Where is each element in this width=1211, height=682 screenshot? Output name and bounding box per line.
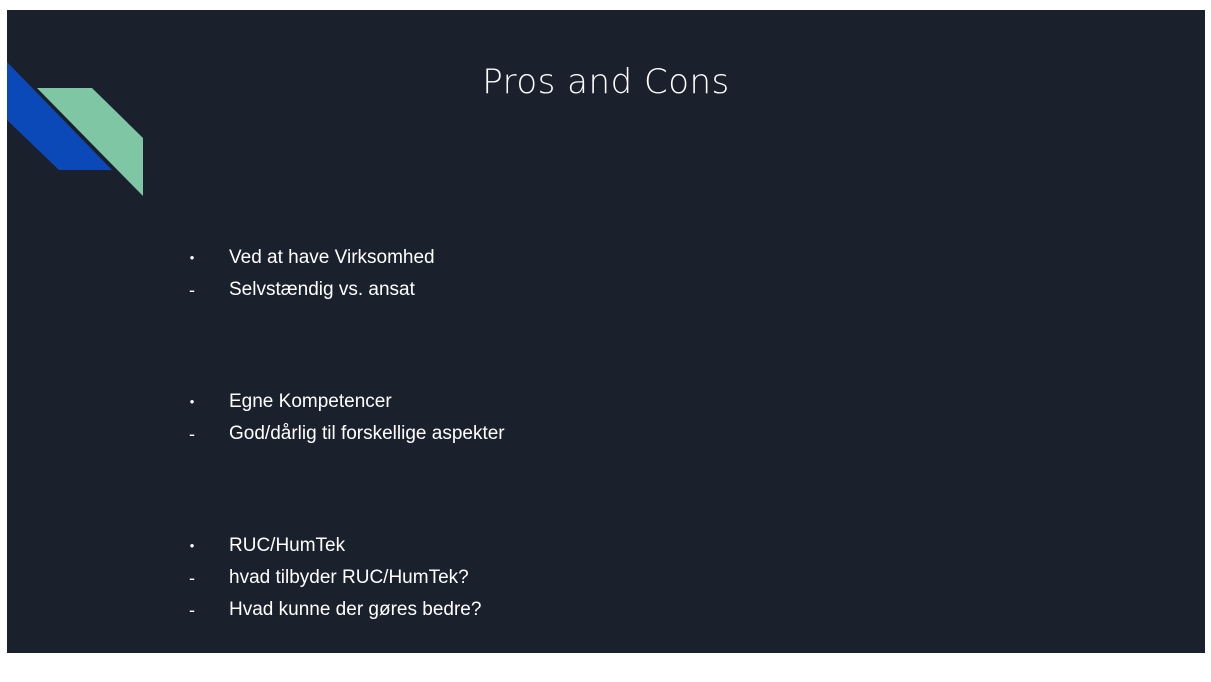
list-item-text: Selvstændig vs. ansat (229, 279, 415, 300)
bullet-marker: • (189, 250, 195, 265)
list-item-text: RUC/HumTek (229, 535, 346, 556)
list-item-text: God/dårlig til forskellige aspekter (229, 423, 505, 444)
dash-marker: - (189, 424, 195, 444)
slide-title: Pros and Cons (482, 62, 730, 102)
dash-marker: - (189, 600, 195, 620)
list-item-text: Egne Kompetencer (229, 391, 392, 412)
bullet-marker: • (189, 394, 195, 409)
bullet-marker: • (189, 538, 195, 553)
dash-marker: - (189, 280, 195, 300)
slide: Pros and Cons • Ved at have Virksomhed -… (7, 10, 1205, 653)
corner-decoration (7, 62, 143, 196)
list-item-text: hvad tilbyder RUC/HumTek? (229, 567, 469, 588)
list-item-text: Ved at have Virksomhed (229, 247, 435, 268)
dash-marker: - (189, 568, 195, 588)
list-item-text: Hvad kunne der gøres bedre? (229, 599, 482, 620)
